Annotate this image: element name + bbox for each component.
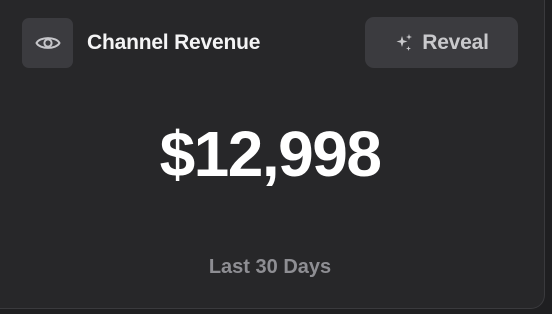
- toggle-visibility-button[interactable]: [22, 18, 73, 68]
- card-title: Channel Revenue: [87, 31, 261, 54]
- reveal-button-label: Reveal: [422, 30, 489, 54]
- eye-icon: [35, 37, 60, 49]
- reveal-button[interactable]: Reveal: [365, 17, 518, 68]
- period-label: Last 30 Days: [208, 256, 332, 278]
- revenue-amount: $12,998: [159, 118, 382, 190]
- sparkles-icon: [396, 33, 413, 51]
- revenue-card: Channel Revenue Reveal $12,998 Last 30 D…: [0, 0, 545, 309]
